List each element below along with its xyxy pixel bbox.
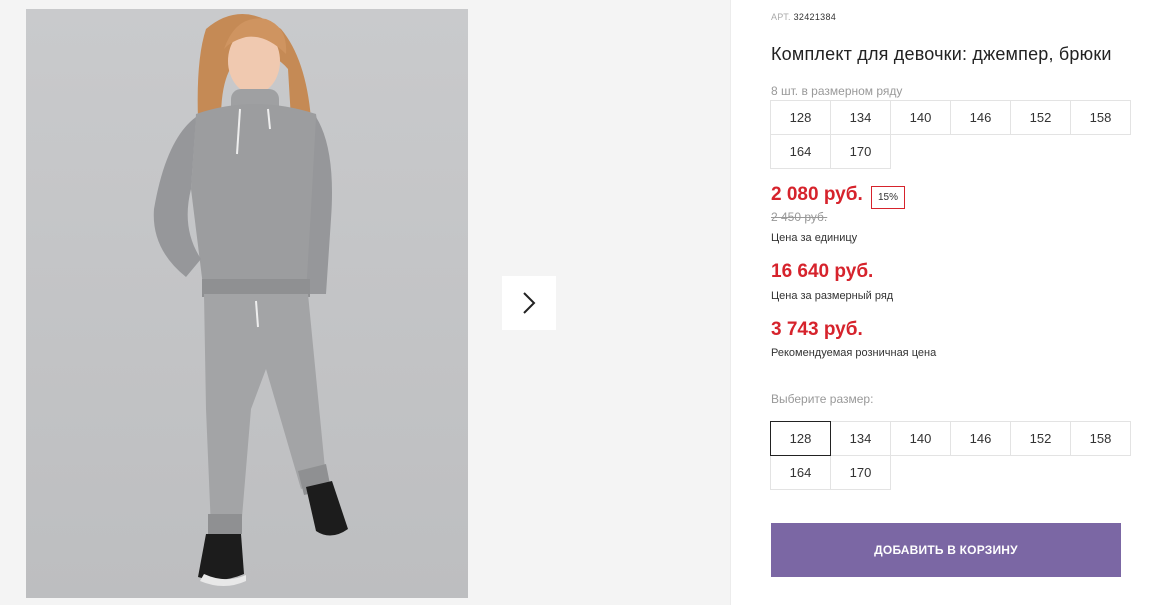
old-price: 2 450 руб. [771,210,828,224]
article-label: АРТ. [771,12,791,22]
unit-price: 2 080 руб. [771,184,863,205]
pack-size-cell: 134 [830,100,891,135]
product-photo[interactable] [26,9,468,598]
pack-size-grid: 128 134 140 146 152 158 164 170 [770,100,1131,169]
size-option[interactable]: 140 [890,421,951,456]
pack-info: 8 шт. в размерном ряду [771,84,903,98]
chevron-right-icon [523,292,536,314]
discount-badge: 15% [871,186,906,209]
next-image-button[interactable] [502,276,556,330]
product-photo-illustration [26,9,468,598]
pack-size-cell: 140 [890,100,951,135]
pack-size-cell: 170 [830,134,891,169]
size-option[interactable]: 134 [830,421,891,456]
retail-price-caption: Рекомендуемая розничная цена [771,347,937,359]
size-option[interactable]: 170 [830,455,891,490]
product-title: Комплект для девочки: джемпер, брюки [771,44,1112,64]
size-option[interactable]: 152 [1010,421,1071,456]
pack-size-cell: 152 [1010,100,1071,135]
size-option[interactable]: 164 [770,455,831,490]
pack-size-cell: 164 [770,134,831,169]
size-option[interactable]: 146 [950,421,1011,456]
retail-price: 3 743 руб. [771,319,863,340]
size-option-selected[interactable]: 128 [770,421,831,456]
pack-price-caption: Цена за размерный ряд [771,290,894,302]
pack-price: 16 640 руб. [771,261,874,282]
article-value: 32421384 [793,12,837,22]
pack-size-cell: 146 [950,100,1011,135]
choose-size-label: Выберите размер: [771,392,874,406]
panel-divider [730,0,731,605]
size-selector: 128 134 140 146 152 158 164 170 [770,421,1131,490]
article-number: АРТ. 32421384 [771,12,836,22]
pack-size-cell: 158 [1070,100,1131,135]
size-option[interactable]: 158 [1070,421,1131,456]
product-gallery [0,0,730,605]
add-to-cart-button[interactable]: ДОБАВИТЬ В КОРЗИНУ [771,523,1121,577]
unit-price-caption: Цена за единицу [771,232,858,244]
pack-size-cell: 128 [770,100,831,135]
